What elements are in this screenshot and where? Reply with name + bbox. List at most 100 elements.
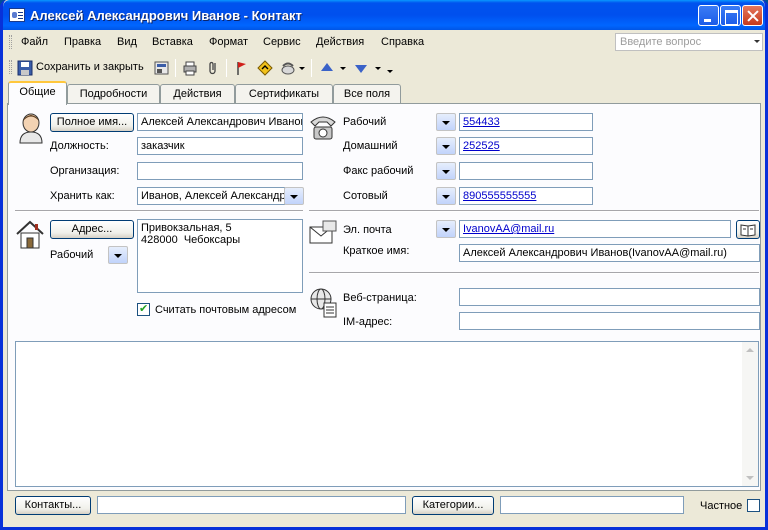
ask-question-box[interactable]: Введите вопрос bbox=[615, 33, 763, 51]
menu-tools[interactable]: Сервис bbox=[263, 36, 301, 48]
address-button[interactable]: Адрес... bbox=[50, 220, 134, 239]
menu-edit[interactable]: Правка bbox=[64, 36, 101, 48]
menu-grip bbox=[9, 35, 12, 49]
toolbar-separator bbox=[226, 59, 227, 77]
attach-icon[interactable] bbox=[205, 60, 221, 76]
contact-card-icon bbox=[9, 8, 25, 22]
tab-certificates[interactable]: Сертификаты bbox=[235, 84, 333, 104]
telephone-icon bbox=[310, 116, 336, 140]
divider bbox=[309, 272, 759, 274]
display-as-input[interactable]: Алексей Александрович Иванов(IvanovAA@ma… bbox=[459, 244, 760, 262]
file-as-dropdown[interactable] bbox=[284, 187, 304, 205]
phone-home-input[interactable]: 252525 bbox=[459, 137, 593, 155]
menu-format[interactable]: Формат bbox=[209, 36, 248, 48]
tab-details[interactable]: Подробности bbox=[67, 84, 160, 104]
bottom-bar: Контакты... Категории... Частное bbox=[3, 491, 765, 527]
tab-strip: Общие Подробности Действия Сертификаты В… bbox=[3, 80, 765, 105]
save-close-button[interactable]: Сохранить и закрыть bbox=[36, 61, 144, 73]
web-page-icon bbox=[310, 288, 337, 318]
phone-mobile-input[interactable]: 890555555555 bbox=[459, 187, 593, 205]
divider bbox=[15, 210, 303, 212]
address-line-2: 428000 Чебоксары bbox=[141, 234, 241, 246]
notes-textarea[interactable] bbox=[15, 341, 759, 487]
contact-window: Алексей Александрович Иванов - Контакт Ф… bbox=[0, 0, 768, 530]
address-type-label: Рабочий bbox=[50, 249, 94, 261]
person-icon bbox=[19, 113, 43, 144]
phone-mobile-dropdown[interactable] bbox=[436, 187, 456, 205]
toolbar-grip bbox=[9, 60, 12, 74]
web-page-input[interactable] bbox=[459, 288, 760, 306]
contacts-input[interactable] bbox=[97, 496, 406, 514]
phone-home-value[interactable]: 252525 bbox=[463, 140, 500, 152]
notes-scrollbar[interactable] bbox=[742, 342, 758, 486]
next-item-icon[interactable] bbox=[353, 60, 369, 76]
categories-input[interactable] bbox=[500, 496, 684, 514]
address-book-button[interactable] bbox=[736, 220, 760, 239]
phone-business-input[interactable]: 554433 bbox=[459, 113, 593, 131]
toolbar-separator bbox=[311, 59, 312, 77]
tab-all-fields[interactable]: Все поля bbox=[333, 84, 401, 104]
scroll-down-icon[interactable] bbox=[746, 476, 754, 480]
job-title-label: Должность: bbox=[50, 140, 109, 152]
menu-insert[interactable]: Вставка bbox=[152, 36, 193, 48]
minimize-button[interactable] bbox=[698, 5, 719, 26]
scroll-up-icon[interactable] bbox=[746, 348, 754, 352]
email-input[interactable]: IvanovAA@mail.ru bbox=[459, 220, 731, 238]
phone-business-dropdown[interactable] bbox=[436, 113, 456, 131]
private-label: Частное bbox=[700, 500, 743, 512]
phone-mobile-label: Сотовый bbox=[343, 190, 388, 202]
email-value[interactable]: IvanovAA@mail.ru bbox=[463, 223, 554, 235]
ask-placeholder: Введите вопрос bbox=[620, 36, 702, 48]
previous-item-icon[interactable] bbox=[319, 60, 335, 76]
print-icon[interactable] bbox=[182, 60, 198, 76]
chevron-down-icon[interactable] bbox=[754, 40, 760, 43]
toolbar: Сохранить и закрыть bbox=[3, 55, 765, 80]
window-title: Алексей Александрович Иванов - Контакт bbox=[30, 8, 302, 23]
company-input[interactable] bbox=[137, 162, 303, 180]
house-icon bbox=[16, 220, 44, 249]
menu-file[interactable]: Файл bbox=[21, 36, 48, 48]
im-address-input[interactable] bbox=[459, 312, 760, 330]
phone-mobile-value[interactable]: 890555555555 bbox=[463, 190, 536, 202]
full-name-button[interactable]: Полное имя... bbox=[50, 113, 134, 132]
close-button[interactable] bbox=[742, 5, 763, 26]
menu-actions[interactable]: Действия bbox=[316, 36, 364, 48]
private-checkbox[interactable] bbox=[747, 499, 760, 512]
flag-icon[interactable] bbox=[234, 60, 250, 76]
job-title-input[interactable]: заказчик bbox=[137, 137, 303, 155]
tab-activities[interactable]: Действия bbox=[160, 84, 235, 104]
address-type-dropdown[interactable] bbox=[108, 246, 128, 264]
chevron-down-icon[interactable] bbox=[299, 67, 305, 70]
menu-view[interactable]: Вид bbox=[117, 36, 137, 48]
chevron-down-icon[interactable] bbox=[375, 67, 381, 70]
phone-fax-label: Факс рабочий bbox=[343, 165, 414, 177]
menu-help[interactable]: Справка bbox=[381, 36, 424, 48]
full-name-input[interactable]: Алексей Александрович Иванов bbox=[137, 113, 303, 131]
chevron-down-icon[interactable] bbox=[340, 67, 346, 70]
categories-button[interactable]: Категории... bbox=[412, 496, 494, 515]
phone-fax-input[interactable] bbox=[459, 162, 593, 180]
phone-home-dropdown[interactable] bbox=[436, 137, 456, 155]
file-as-input[interactable]: Иванов, Алексей Александрович bbox=[137, 187, 285, 205]
divider bbox=[309, 210, 759, 212]
mailing-address-checkbox[interactable] bbox=[137, 302, 150, 316]
save-icon[interactable] bbox=[17, 60, 33, 76]
contacts-button[interactable]: Контакты... bbox=[15, 496, 91, 515]
follow-up-icon[interactable] bbox=[257, 60, 273, 76]
address-line-1: Привокзальная, 5 bbox=[141, 222, 232, 234]
phone-home-label: Домашний bbox=[343, 140, 398, 152]
email-label: Эл. почта bbox=[343, 224, 392, 236]
im-address-label: IM-адрес: bbox=[343, 316, 393, 328]
email-dropdown[interactable] bbox=[436, 220, 456, 238]
toolbar-options-chevron-icon[interactable] bbox=[387, 70, 393, 73]
save-attachments-icon[interactable] bbox=[154, 60, 170, 76]
tab-general[interactable]: Общие bbox=[8, 81, 67, 105]
file-as-label: Хранить как: bbox=[50, 190, 115, 202]
address-textarea[interactable]: Привокзальная, 5 428000 Чебоксары bbox=[137, 219, 303, 293]
phone-fax-dropdown[interactable] bbox=[436, 162, 456, 180]
maximize-button[interactable] bbox=[720, 5, 741, 26]
company-label: Организация: bbox=[50, 165, 120, 177]
call-contact-icon[interactable] bbox=[280, 60, 296, 76]
display-as-label: Краткое имя: bbox=[343, 245, 410, 257]
phone-business-value[interactable]: 554433 bbox=[463, 116, 500, 128]
